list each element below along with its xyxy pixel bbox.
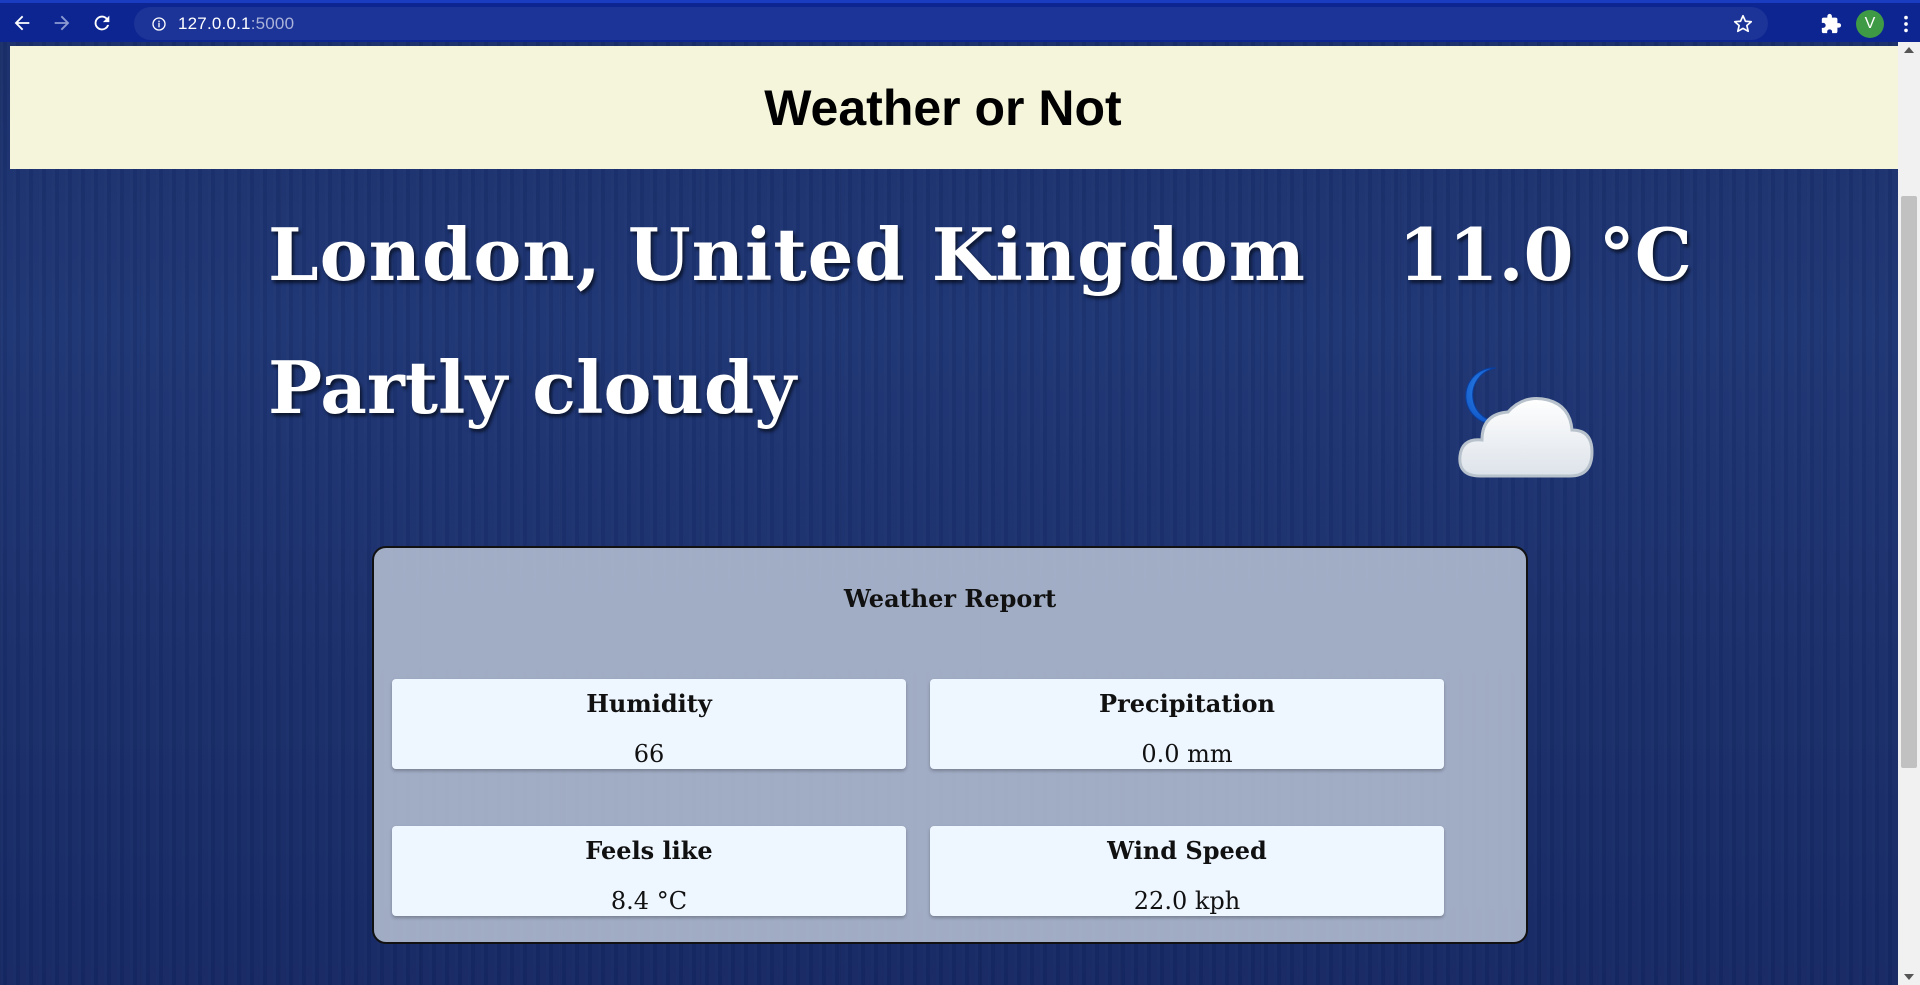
current-temperature: 11.0 °C <box>1398 212 1692 297</box>
forward-button[interactable] <box>44 5 80 41</box>
url-host: 127.0.0.1 <box>178 13 251 33</box>
feels-like-label: Feels like <box>585 836 713 865</box>
back-button[interactable] <box>4 5 40 41</box>
feels-like-card: Feels like 8.4 °C <box>392 826 906 916</box>
weather-report-panel: Weather Report Humidity 66 Precipitation… <box>372 546 1528 944</box>
arrow-left-icon <box>14 15 30 30</box>
moon-cloud-icon <box>1458 367 1594 478</box>
url-port: :5000 <box>250 13 295 33</box>
humidity-label: Humidity <box>586 689 712 718</box>
site-info-icon[interactable] <box>150 15 168 33</box>
page-viewport: Weather or Not London, United Kingdom 11… <box>0 42 1920 985</box>
puzzle-icon <box>1821 13 1842 34</box>
weather-condition: Partly cloudy <box>268 345 797 430</box>
precipitation-label: Precipitation <box>1099 689 1275 718</box>
precipitation-card: Precipitation 0.0 mm <box>930 679 1444 769</box>
feels-like-value: 8.4 °C <box>610 887 688 915</box>
kebab-menu-icon <box>1904 15 1908 33</box>
vertical-scrollbar[interactable] <box>1898 42 1920 985</box>
reload-icon <box>94 15 110 30</box>
wind-speed-card: Wind Speed 22.0 kph <box>930 826 1444 916</box>
scroll-up-arrow-icon[interactable] <box>1898 42 1920 58</box>
reload-button[interactable] <box>84 5 120 41</box>
bookmark-star-icon[interactable] <box>1732 13 1754 35</box>
extensions-button[interactable] <box>1814 13 1848 35</box>
site-title: Weather or Not <box>764 79 1122 136</box>
address-bar[interactable]: 127.0.0.1:5000 <box>134 7 1768 40</box>
scrollbar-thumb[interactable] <box>1901 196 1917 768</box>
site-header: Weather or Not <box>10 46 1898 169</box>
arrow-right-icon <box>54 15 70 30</box>
browser-toolbar: 127.0.0.1:5000 V <box>0 0 1920 42</box>
browser-menu-button[interactable] <box>1892 13 1920 35</box>
location-name: London, United Kingdom <box>268 212 1306 297</box>
wind-speed-label: Wind Speed <box>1107 836 1267 865</box>
url-text: 127.0.0.1:5000 <box>178 14 294 34</box>
precipitation-value: 0.0 mm <box>1141 740 1233 768</box>
weather-report-title: Weather Report <box>843 584 1057 613</box>
wind-speed-value: 22.0 kph <box>1133 887 1241 915</box>
profile-avatar[interactable]: V <box>1856 10 1884 38</box>
scroll-down-arrow-icon[interactable] <box>1898 969 1920 985</box>
humidity-card: Humidity 66 <box>392 679 906 769</box>
humidity-value: 66 <box>633 740 665 768</box>
